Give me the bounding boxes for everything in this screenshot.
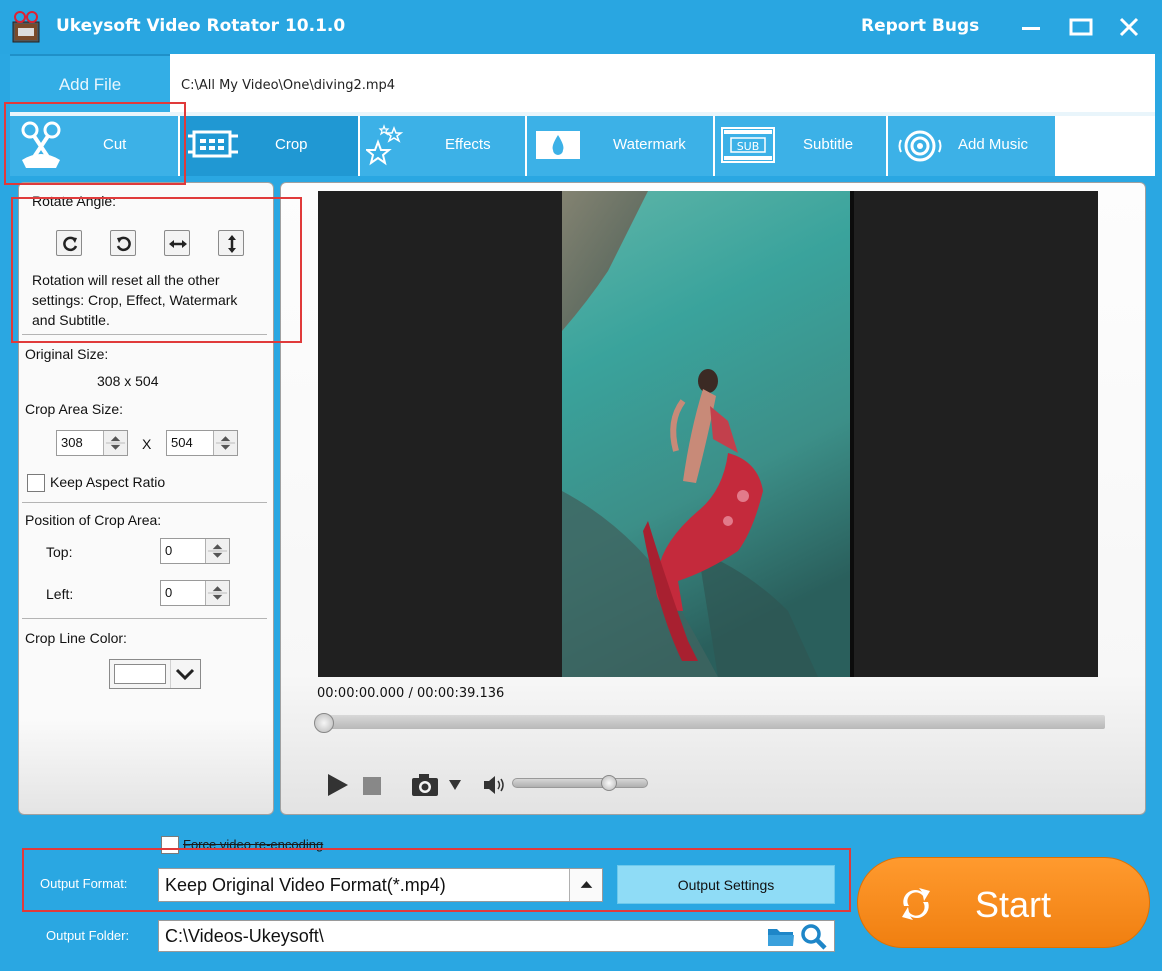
- crop-width-value: 308: [61, 435, 83, 450]
- flip-horizontal-button[interactable]: [164, 230, 190, 256]
- search-icon[interactable]: [799, 923, 829, 951]
- left-label: Left:: [46, 586, 74, 602]
- chevron-down-icon: [170, 660, 195, 688]
- video-preview[interactable]: [318, 191, 1098, 677]
- rotate-cw-icon: [63, 236, 78, 252]
- tab-subtitle[interactable]: SUB Subtitle: [715, 116, 886, 176]
- rotate-clockwise-button[interactable]: [56, 230, 82, 256]
- tab-watermark[interactable]: Watermark: [527, 116, 713, 176]
- snapshot-dropdown-icon[interactable]: [448, 778, 462, 792]
- output-format-select[interactable]: Keep Original Video Format(*.mp4): [158, 868, 603, 902]
- add-file-row: Add File C:\All My Video\One\diving2.mp4: [10, 54, 1155, 116]
- divider: [22, 334, 267, 335]
- flip-vertical-button[interactable]: [218, 230, 244, 256]
- divider: [22, 618, 267, 619]
- keep-aspect-checkbox[interactable]: [27, 474, 45, 492]
- window-title: Ukeysoft Video Rotator 10.1.0: [56, 16, 346, 36]
- stop-icon[interactable]: [362, 776, 382, 796]
- title-bar: Ukeysoft Video Rotator 10.1.0 Report Bug…: [0, 0, 1162, 54]
- rotate-counterclockwise-button[interactable]: [110, 230, 136, 256]
- subtitle-icon: SUB: [721, 127, 775, 163]
- seek-bar[interactable]: [318, 715, 1105, 729]
- scissors-icon: [21, 121, 61, 168]
- seek-handle[interactable]: [314, 713, 334, 733]
- tab-cut[interactable]: Cut: [10, 116, 178, 176]
- flip-vertical-icon: [228, 235, 236, 253]
- tab-watermark-label: Watermark: [613, 136, 686, 153]
- stars-icon: [366, 124, 404, 166]
- top-stepper[interactable]: 0: [160, 538, 230, 564]
- stepper-arrows-icon[interactable]: [205, 581, 229, 605]
- crop-line-color-picker[interactable]: [109, 659, 201, 689]
- film-clapper-icon: [12, 11, 40, 43]
- force-reencode-label: Force video re-encoding: [183, 837, 324, 852]
- volume-slider[interactable]: [512, 778, 648, 788]
- start-button[interactable]: Start: [857, 857, 1150, 948]
- top-value: 0: [165, 543, 173, 558]
- drop-icon: [536, 131, 580, 159]
- volume-icon[interactable]: [482, 773, 508, 797]
- output-folder-value: C:\Videos-Ukeysoft\: [165, 926, 324, 946]
- top-label: Top:: [46, 544, 73, 560]
- tab-effects[interactable]: Effects: [360, 116, 525, 176]
- add-file-button[interactable]: Add File: [10, 54, 170, 112]
- maximize-icon[interactable]: [1066, 12, 1096, 42]
- left-value: 0: [165, 585, 173, 600]
- divider: [22, 502, 267, 503]
- output-format-label: Output Format:: [40, 876, 128, 891]
- svg-text:SUB: SUB: [737, 140, 760, 153]
- minimize-icon[interactable]: [1016, 12, 1046, 42]
- rotation-note: Rotation will reset all the other settin…: [32, 272, 238, 328]
- start-label: Start: [975, 884, 1052, 925]
- left-stepper[interactable]: 0: [160, 580, 230, 606]
- close-icon[interactable]: [1114, 12, 1144, 42]
- color-swatch: [114, 664, 166, 684]
- volume-handle[interactable]: [600, 775, 617, 791]
- stepper-arrows-icon[interactable]: [213, 431, 237, 455]
- crop-line-color-label: Crop Line Color:: [25, 630, 127, 646]
- tab-crop[interactable]: Crop: [180, 116, 358, 176]
- flip-horizontal-icon: [169, 240, 187, 248]
- tab-effects-label: Effects: [445, 136, 491, 153]
- crop-icon: [188, 130, 238, 158]
- crop-width-stepper[interactable]: 308: [56, 430, 128, 456]
- output-settings-button[interactable]: Output Settings: [617, 865, 835, 904]
- original-size-value: 308 x 504: [97, 373, 159, 389]
- stepper-arrows-icon[interactable]: [205, 539, 229, 563]
- tab-subtitle-label: Subtitle: [803, 136, 854, 153]
- playback-timecode: 00:00:00.000 / 00:00:39.136: [317, 686, 505, 701]
- crop-height-value: 504: [171, 435, 193, 450]
- folder-icon[interactable]: [767, 925, 795, 949]
- rotate-ccw-icon: [116, 236, 131, 252]
- chevron-up-icon[interactable]: [569, 869, 602, 901]
- crop-height-stepper[interactable]: 504: [166, 430, 238, 456]
- crop-size-separator: X: [142, 436, 152, 452]
- stepper-arrows-icon[interactable]: [103, 431, 127, 455]
- tab-cut-label: Cut: [103, 136, 127, 153]
- speaker-icon: [898, 130, 942, 162]
- video-frame-image: [318, 191, 1098, 677]
- play-icon[interactable]: [326, 772, 350, 798]
- output-format-value: Keep Original Video Format(*.mp4): [165, 875, 446, 895]
- tab-add-music-label: Add Music: [958, 136, 1029, 153]
- original-size-label: Original Size:: [25, 346, 109, 362]
- output-folder-field[interactable]: C:\Videos-Ukeysoft\: [158, 920, 835, 952]
- tab-add-music[interactable]: Add Music: [888, 116, 1055, 176]
- tab-crop-label: Crop: [275, 136, 308, 153]
- force-reencode-checkbox[interactable]: [161, 836, 179, 854]
- convert-icon: [902, 888, 930, 920]
- crop-area-size-label: Crop Area Size:: [25, 401, 124, 417]
- keep-aspect-label: Keep Aspect Ratio: [50, 474, 166, 490]
- output-folder-label: Output Folder:: [46, 928, 130, 943]
- tab-bar: Cut Crop Effects Watermark SUB Subtitle …: [10, 116, 1155, 176]
- rotate-angle-label: Rotate Angle:: [32, 193, 117, 209]
- position-label: Position of Crop Area:: [25, 512, 162, 528]
- camera-icon[interactable]: [410, 772, 442, 798]
- report-bugs-link[interactable]: Report Bugs: [861, 16, 979, 36]
- file-path: C:\All My Video\One\diving2.mp4: [181, 78, 396, 93]
